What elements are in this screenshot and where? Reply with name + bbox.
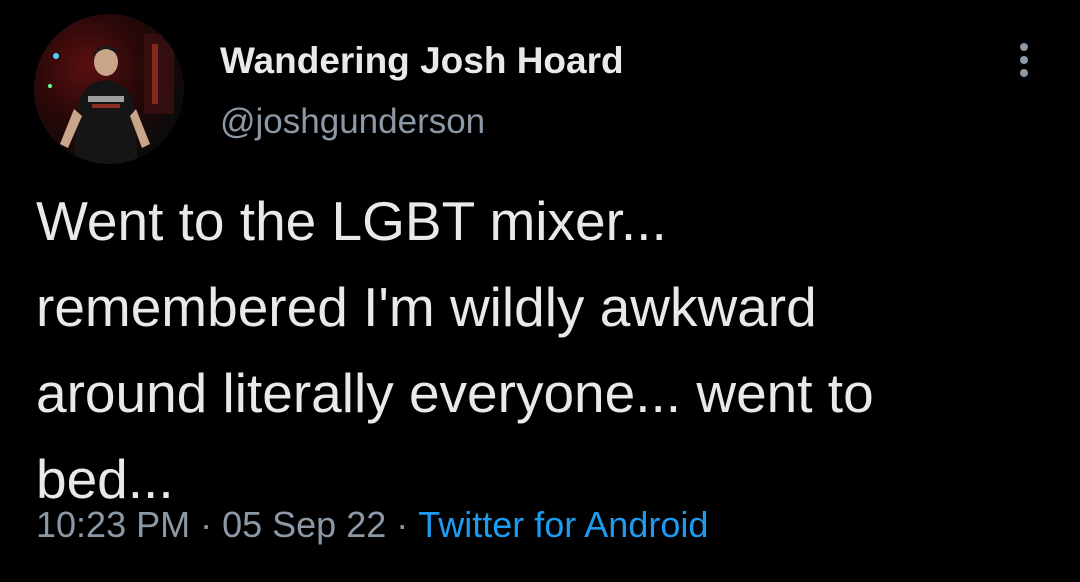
more-vertical-icon (1020, 43, 1028, 51)
author-display-name[interactable]: Wandering Josh Hoard (220, 40, 624, 82)
meta-separator: · (396, 504, 409, 545)
tweet-text-line: Went to the LGBT mixer... (36, 190, 667, 252)
tweet-text: Went to the LGBT mixer... remembered I'm… (36, 178, 1046, 522)
more-vertical-icon (1020, 69, 1028, 77)
tweet-time[interactable]: 10:23 PM (36, 504, 190, 545)
tweet-source-link[interactable]: Twitter for Android (418, 504, 708, 545)
more-vertical-icon (1020, 56, 1028, 64)
tweet-text-line: around literally everyone... went to (36, 362, 874, 424)
tweet-text-line: remembered I'm wildly awkward (36, 276, 817, 338)
tweet-meta: 10:23 PM · 05 Sep 22 · Twitter for Android (36, 504, 708, 546)
tweet-date[interactable]: 05 Sep 22 (222, 504, 386, 545)
author-handle[interactable]: @joshgunderson (220, 102, 485, 142)
avatar[interactable] (34, 14, 184, 164)
meta-separator: · (200, 504, 213, 545)
avatar-photo (34, 14, 184, 164)
more-options-button[interactable] (1004, 38, 1044, 82)
